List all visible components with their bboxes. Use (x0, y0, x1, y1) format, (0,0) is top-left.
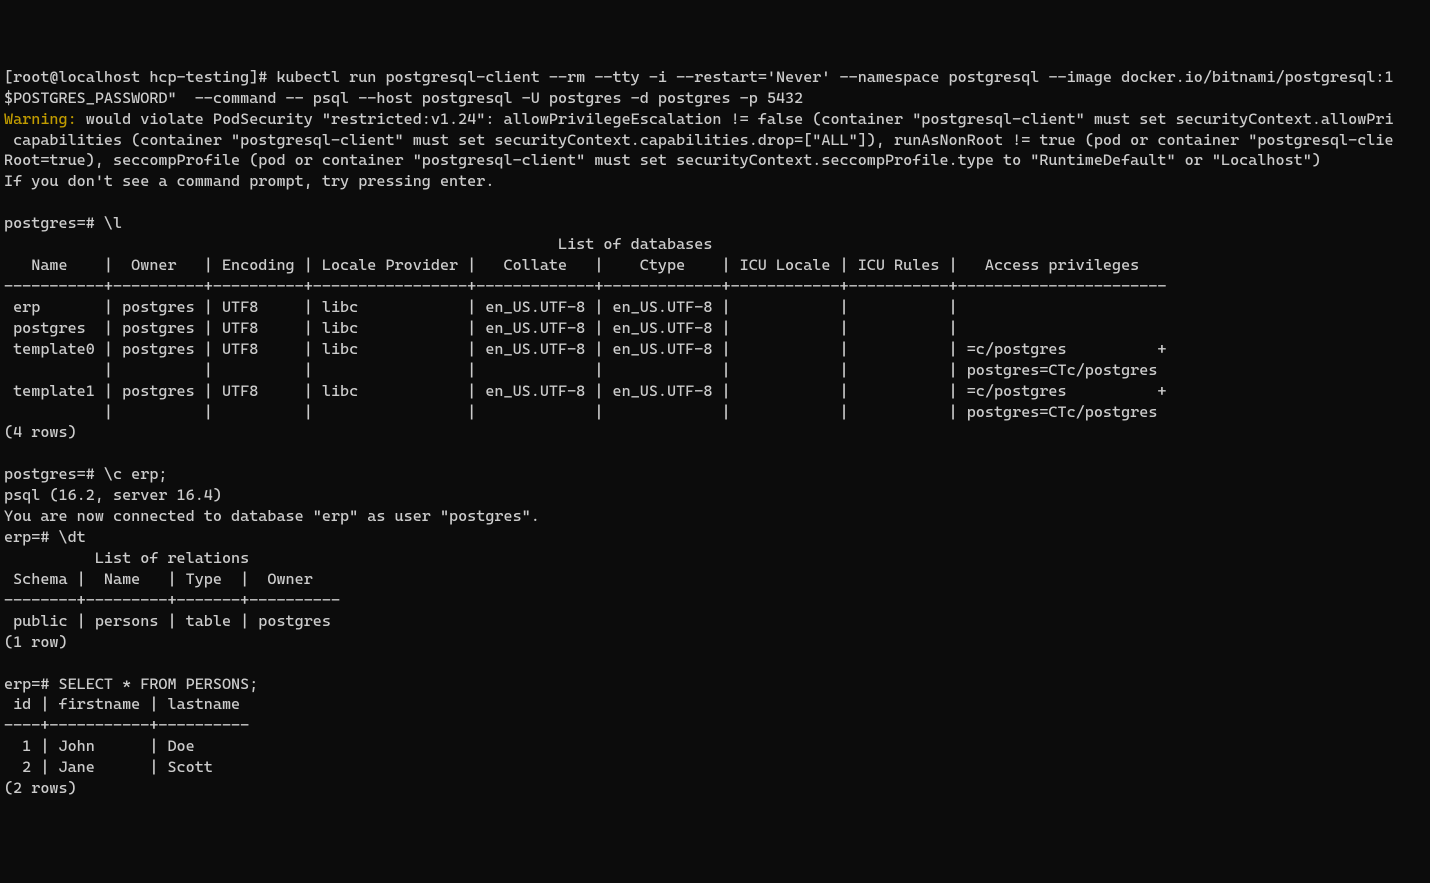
relations-row: public | persons | table | postgres (4, 612, 331, 630)
psql-prompt: postgres=# \l (4, 214, 122, 232)
db-row-count: (4 rows) (4, 423, 77, 441)
db-row-template0-cont: | | | | | | | | postgres=CTc/postgres (4, 361, 1157, 379)
relations-count: (1 row) (4, 633, 68, 651)
warning-text-1: would violate PodSecurity "restricted:v1… (77, 110, 1394, 128)
db-row-erp: erp | postgres | UTF8 | libc | en_US.UTF… (4, 298, 967, 316)
erp-prompt-dt: erp=# \dt (4, 528, 86, 546)
info-line: If you don't see a command prompt, try p… (4, 172, 494, 190)
persons-row-2: 2 | Jane | Scott (4, 758, 213, 776)
db-row-postgres: postgres | postgres | UTF8 | libc | en_U… (4, 319, 967, 337)
persons-header: id | firstname | lastname (4, 695, 249, 713)
warning-label: Warning: (4, 110, 77, 128)
relations-header: Schema | Name | Type | Owner (4, 570, 340, 588)
select-prompt: erp=# SELECT * FROM PERSONS; (4, 675, 258, 693)
connected-msg: You are now connected to database "erp" … (4, 507, 540, 525)
db-list-sep: -----------+----------+----------+------… (4, 277, 1167, 295)
kubectl-command-line1: kubectl run postgresql-client --rm --tty… (276, 68, 1393, 86)
psql-prompt-connect: postgres=# \c erp; (4, 465, 167, 483)
psql-version: psql (16.2, server 16.4) (4, 486, 222, 504)
kubectl-command-line2: $POSTGRES_PASSWORD" --command -- psql --… (4, 89, 803, 107)
persons-row-1: 1 | John | Doe (4, 737, 195, 755)
terminal-output[interactable]: [root@localhost hcp-testing]# kubectl ru… (4, 67, 1426, 799)
shell-prompt: [root@localhost hcp-testing]# (4, 68, 276, 86)
db-row-template0: template0 | postgres | UTF8 | libc | en_… (4, 340, 1167, 358)
db-list-title: List of databases (4, 235, 712, 253)
db-row-template1: template1 | postgres | UTF8 | libc | en_… (4, 382, 1167, 400)
persons-count: (2 rows) (4, 779, 77, 797)
relations-title: List of relations (4, 549, 249, 567)
persons-sep: ----+-----------+---------- (4, 716, 249, 734)
db-list-header: Name | Owner | Encoding | Locale Provide… (4, 256, 1167, 274)
warning-text-2: capabilities (container "postgresql-clie… (4, 131, 1394, 149)
relations-sep: --------+---------+-------+---------- (4, 591, 340, 609)
db-row-template1-cont: | | | | | | | | postgres=CTc/postgres (4, 403, 1157, 421)
warning-text-3: Root=true), seccompProfile (pod or conta… (4, 151, 1321, 169)
